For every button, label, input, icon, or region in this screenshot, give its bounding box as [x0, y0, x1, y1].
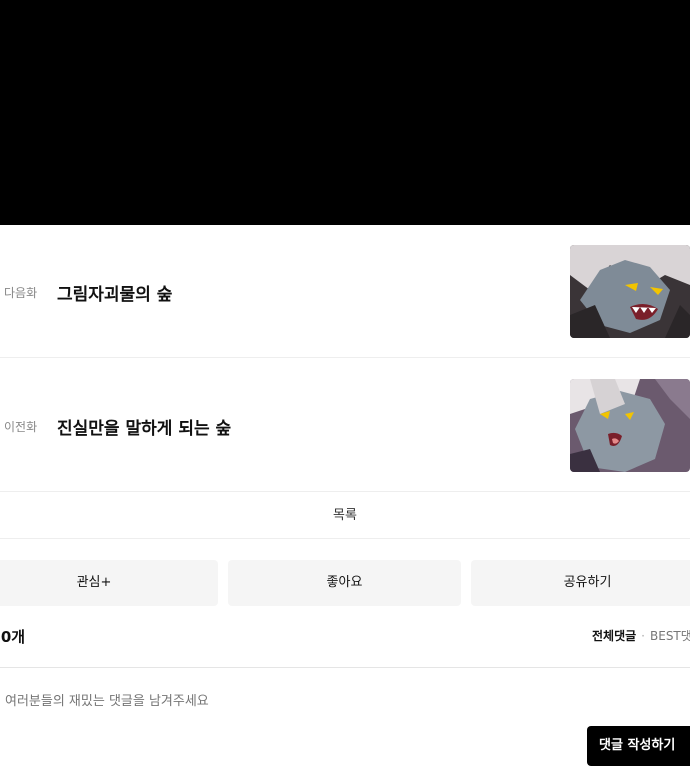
- sort-separator: ·: [641, 629, 645, 643]
- interest-button[interactable]: 관심+: [0, 560, 218, 606]
- comments-count-value: 0개: [0, 628, 26, 646]
- previous-episode-title[interactable]: 진실만을 말하게 되는 숲: [57, 414, 231, 439]
- next-episode-thumbnail[interactable]: [570, 245, 690, 338]
- write-comment-button[interactable]: 댓글 작성하기: [587, 726, 690, 766]
- comment-input[interactable]: [5, 694, 565, 709]
- next-episode-kind: 다음화: [4, 286, 38, 300]
- sort-best-comments-tab[interactable]: BEST댓: [650, 629, 690, 643]
- previous-episode-row[interactable]: 이전화 진실만을 말하게 되는 숲: [0, 359, 690, 492]
- previous-episode-kind: 이전화: [4, 420, 38, 434]
- next-episode-title[interactable]: 그림자괴물의 숲: [57, 280, 172, 305]
- episode-list-link[interactable]: 목록: [0, 493, 690, 539]
- comments-count: 글0개: [0, 626, 25, 647]
- comment-sort-tabs: 전체댓글 · BEST댓: [592, 627, 690, 644]
- next-episode-row[interactable]: 다음화 그림자괴물의 숲: [0, 225, 690, 358]
- sort-all-comments-tab[interactable]: 전체댓글: [592, 629, 636, 643]
- share-button[interactable]: 공유하기: [471, 560, 690, 606]
- like-button[interactable]: 좋아요: [228, 560, 461, 606]
- comic-viewer-area: [0, 0, 690, 225]
- previous-episode-thumbnail[interactable]: [570, 379, 690, 472]
- comments-header: 글0개 전체댓글 · BEST댓: [0, 614, 690, 668]
